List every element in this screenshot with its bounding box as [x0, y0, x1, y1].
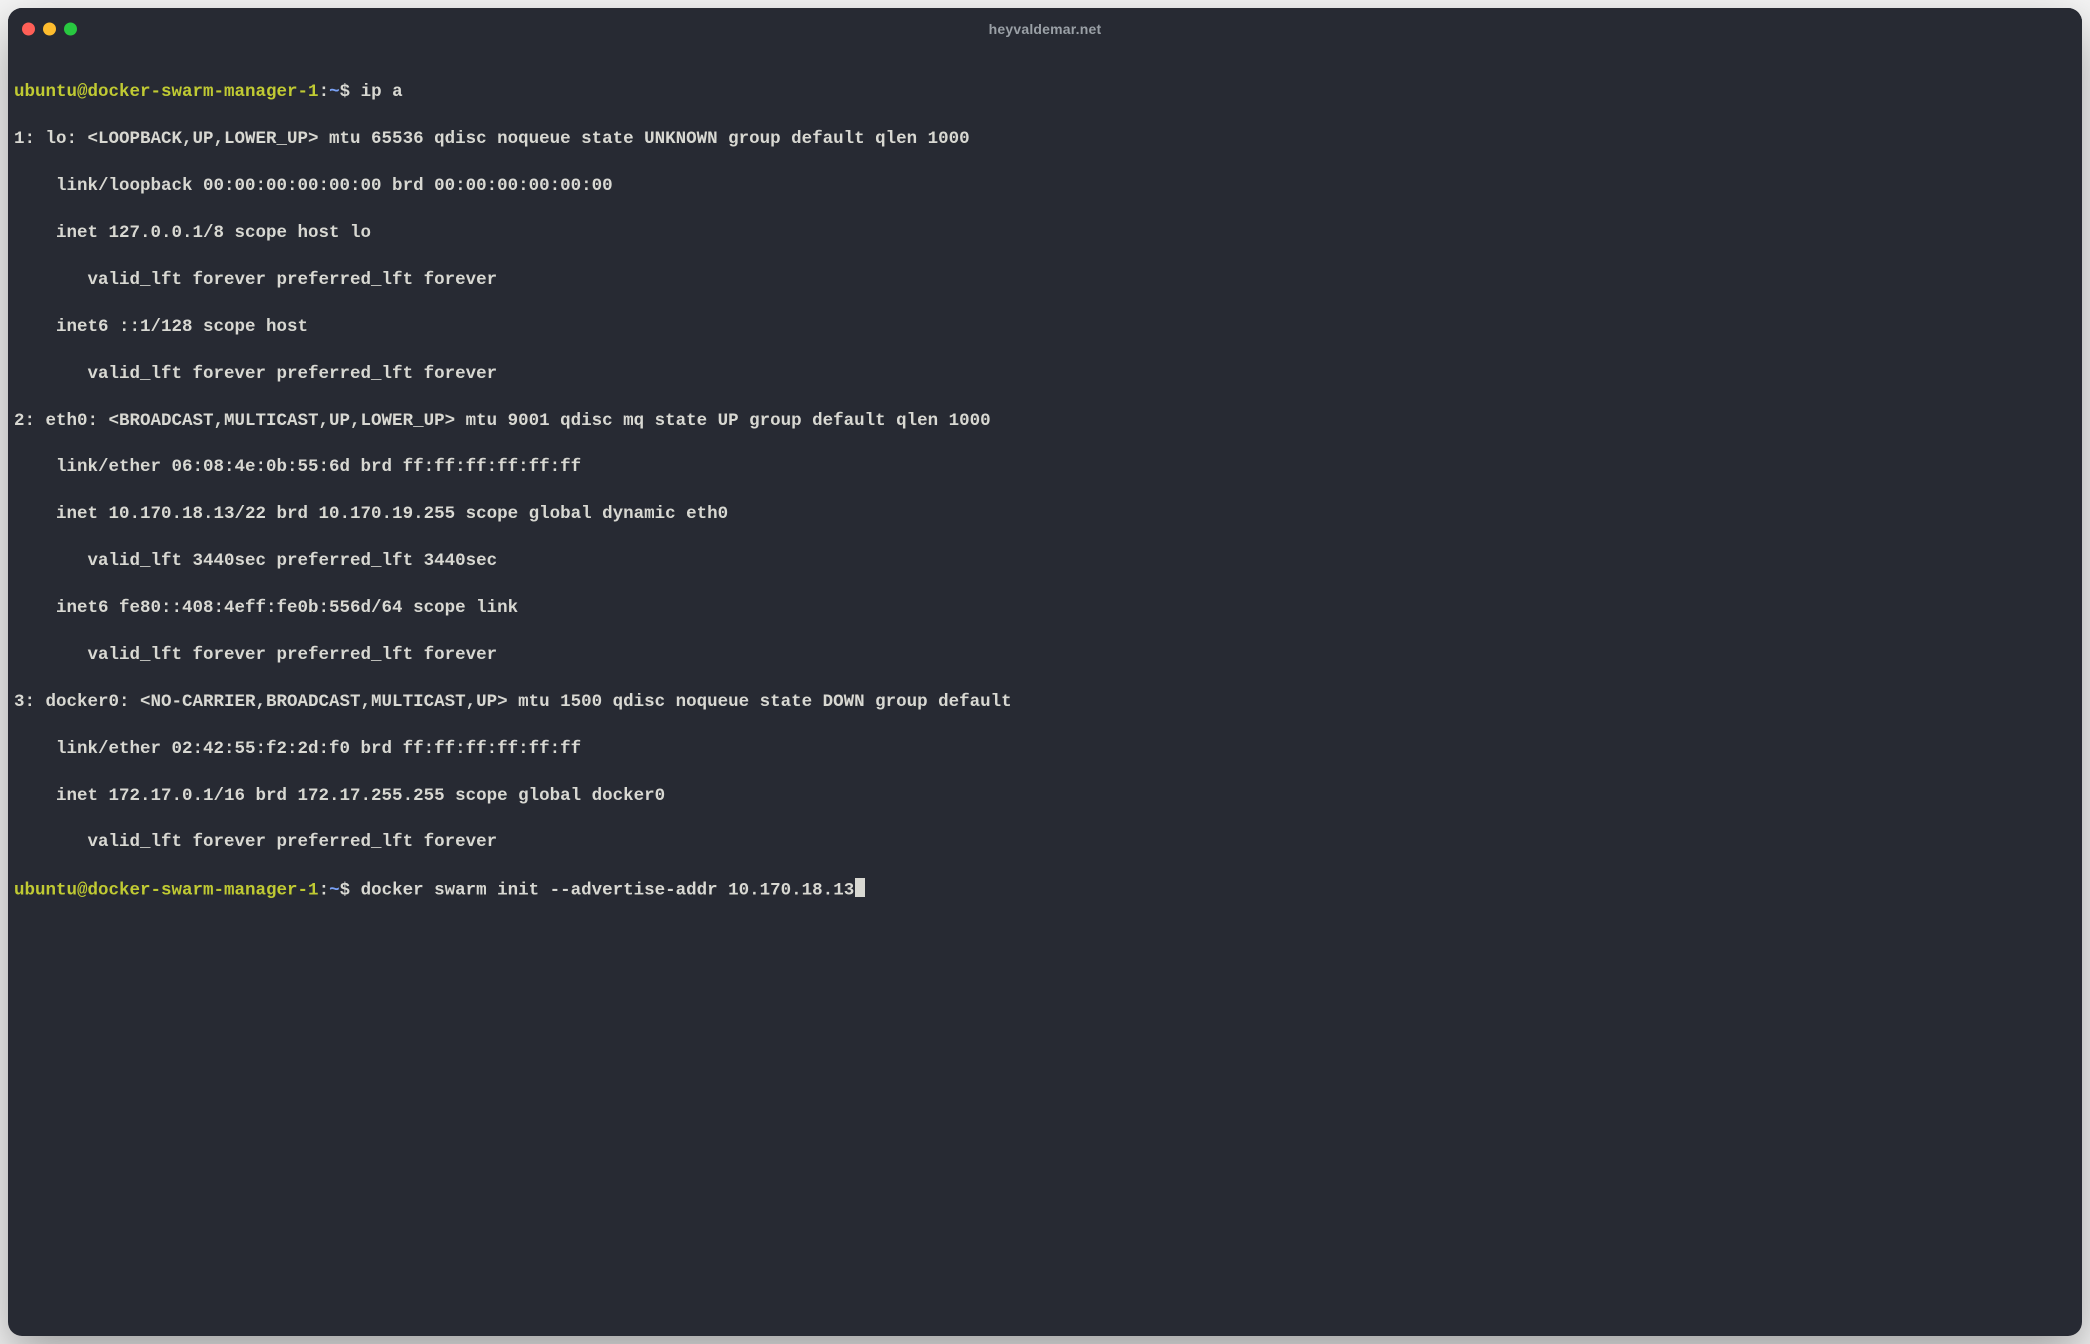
output-line: inet 127.0.0.1/8 scope host lo: [14, 222, 2076, 245]
output-line: valid_lft forever preferred_lft forever: [14, 363, 2076, 386]
prompt-user-host: ubuntu@docker-swarm-manager-1: [14, 82, 319, 102]
command-ip-a: ip a: [350, 82, 403, 102]
output-line: link/ether 02:42:55:f2:2d:f0 brd ff:ff:f…: [14, 738, 2076, 761]
output-line: valid_lft forever preferred_lft forever: [14, 831, 2076, 854]
traffic-lights: [22, 23, 77, 36]
prompt-line-1: ubuntu@docker-swarm-manager-1:~$ ip a: [14, 81, 2076, 104]
prompt-colon: :: [319, 82, 330, 102]
minimize-icon[interactable]: [43, 23, 56, 36]
cursor-icon: [855, 878, 865, 896]
close-icon[interactable]: [22, 23, 35, 36]
prompt-user-host: ubuntu@docker-swarm-manager-1: [14, 881, 319, 901]
prompt-path: ~: [329, 82, 340, 102]
prompt-colon: :: [319, 881, 330, 901]
output-line: inet 10.170.18.13/22 brd 10.170.19.255 s…: [14, 503, 2076, 526]
terminal-body[interactable]: ubuntu@docker-swarm-manager-1:~$ ip a 1:…: [8, 50, 2082, 1336]
output-line: inet6 fe80::408:4eff:fe0b:556d/64 scope …: [14, 597, 2076, 620]
titlebar: heyvaldemar.net: [8, 8, 2082, 50]
command-docker-swarm-init: docker swarm init --advertise-addr 10.17…: [350, 881, 854, 901]
prompt-dollar: $: [340, 82, 351, 102]
prompt-line-2: ubuntu@docker-swarm-manager-1:~$ docker …: [14, 878, 2076, 903]
output-line: valid_lft 3440sec preferred_lft 3440sec: [14, 550, 2076, 573]
output-line: 1: lo: <LOOPBACK,UP,LOWER_UP> mtu 65536 …: [14, 128, 2076, 151]
window-title: heyvaldemar.net: [989, 21, 1102, 37]
output-line: inet 172.17.0.1/16 brd 172.17.255.255 sc…: [14, 785, 2076, 808]
prompt-path: ~: [329, 881, 340, 901]
output-line: link/loopback 00:00:00:00:00:00 brd 00:0…: [14, 175, 2076, 198]
output-line: 3: docker0: <NO-CARRIER,BROADCAST,MULTIC…: [14, 691, 2076, 714]
output-line: link/ether 06:08:4e:0b:55:6d brd ff:ff:f…: [14, 456, 2076, 479]
output-line: valid_lft forever preferred_lft forever: [14, 644, 2076, 667]
terminal-window: heyvaldemar.net ubuntu@docker-swarm-mana…: [8, 8, 2082, 1336]
output-line: 2: eth0: <BROADCAST,MULTICAST,UP,LOWER_U…: [14, 410, 2076, 433]
prompt-dollar: $: [340, 881, 351, 901]
output-line: valid_lft forever preferred_lft forever: [14, 269, 2076, 292]
output-line: inet6 ::1/128 scope host: [14, 316, 2076, 339]
zoom-icon[interactable]: [64, 23, 77, 36]
